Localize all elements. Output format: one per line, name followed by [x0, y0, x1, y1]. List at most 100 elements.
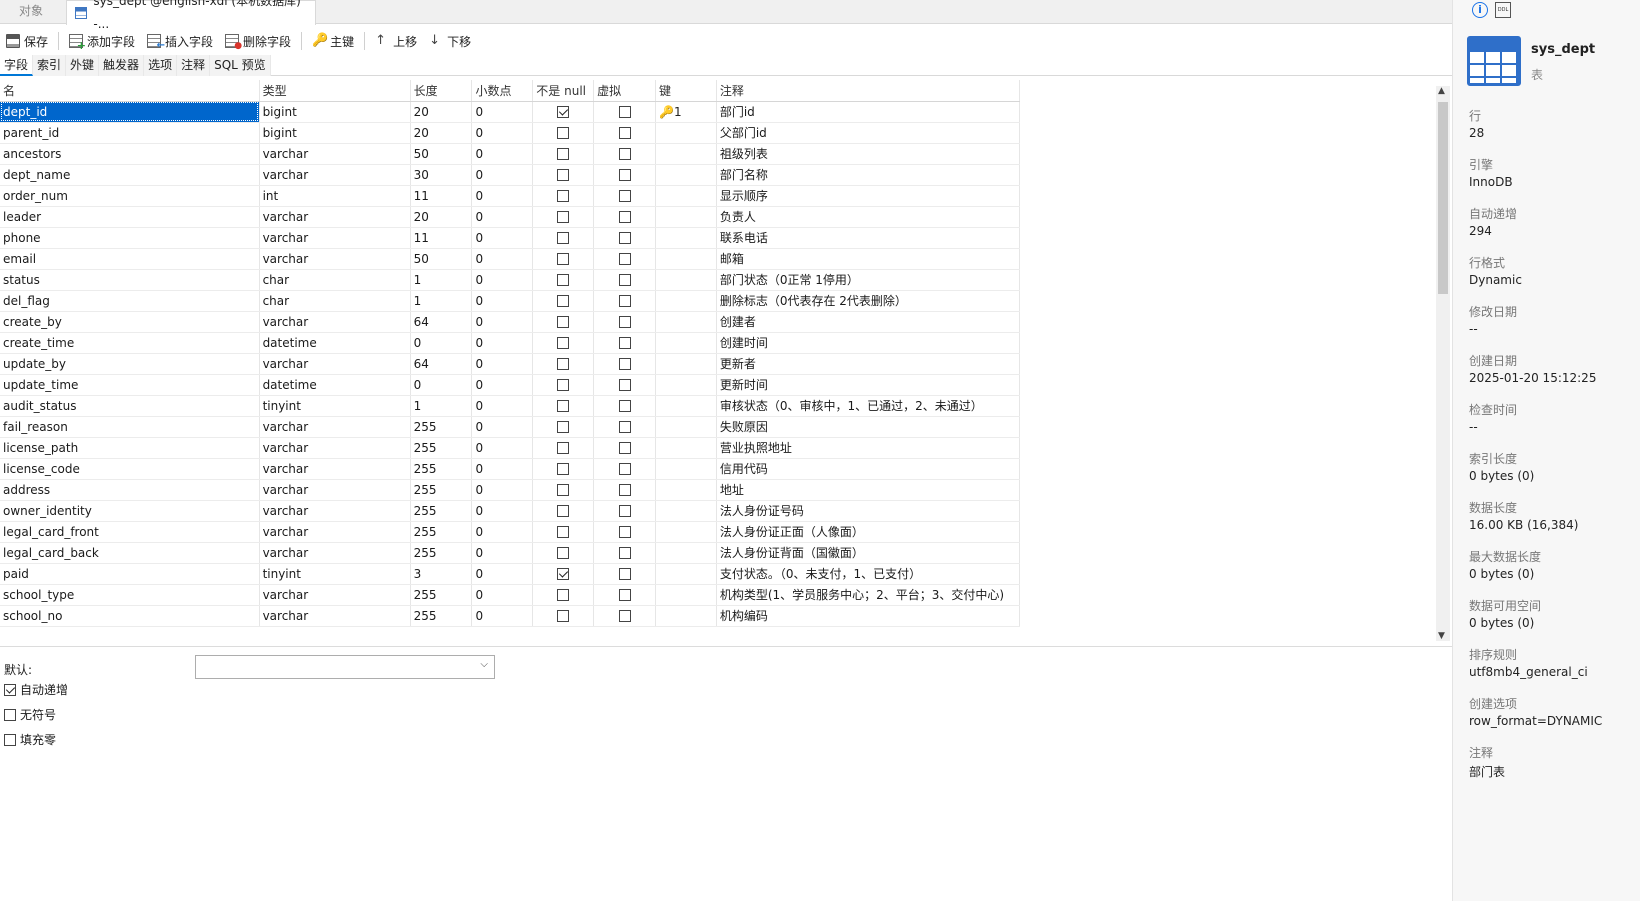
not-null-checkbox[interactable] [557, 274, 570, 286]
field-comment-cell[interactable]: 创建者 [716, 311, 1021, 333]
virtual-checkbox[interactable] [618, 106, 631, 118]
virtual-checkbox[interactable] [618, 190, 631, 202]
field-virtual-cell[interactable] [593, 143, 656, 165]
not-null-checkbox[interactable] [557, 442, 570, 454]
field-key-cell[interactable] [655, 227, 717, 249]
field-decimals-cell[interactable]: 0 [471, 101, 534, 123]
field-not-null-cell[interactable] [532, 311, 595, 333]
field-type-cell[interactable]: datetime [259, 332, 411, 354]
field-decimals-cell[interactable]: 0 [471, 479, 534, 501]
scroll-down-icon[interactable]: ▼ [1438, 631, 1445, 641]
field-not-null-cell[interactable] [532, 416, 595, 438]
field-type-cell[interactable]: char [259, 290, 411, 312]
not-null-checkbox[interactable] [557, 253, 570, 265]
insert-field-button[interactable]: 插入字段 [141, 30, 219, 52]
field-name-cell[interactable]: dept_name [0, 164, 260, 186]
field-key-cell[interactable] [655, 353, 717, 375]
field-not-null-cell[interactable] [532, 563, 595, 585]
field-decimals-cell[interactable]: 0 [471, 416, 534, 438]
table-row[interactable]: parent_id bigint 20 0 父部门id [0, 122, 1021, 144]
field-name-cell[interactable]: legal_card_front [0, 521, 260, 543]
field-name-cell[interactable]: create_time [0, 332, 260, 354]
virtual-checkbox[interactable] [618, 337, 631, 349]
field-key-cell[interactable] [655, 311, 717, 333]
col-header-name[interactable]: 名 [0, 80, 260, 102]
field-decimals-cell[interactable]: 0 [471, 374, 534, 396]
not-null-checkbox[interactable] [557, 232, 570, 244]
field-decimals-cell[interactable]: 0 [471, 437, 534, 459]
virtual-checkbox[interactable] [618, 505, 631, 517]
field-key-cell[interactable] [655, 143, 717, 165]
zerofill-option[interactable]: 填充零 [4, 731, 56, 748]
field-comment-cell[interactable]: 机构类型(1、学员服务中心；2、平台；3、交付中心) [716, 584, 1021, 606]
field-key-cell[interactable] [655, 584, 717, 606]
field-type-cell[interactable]: varchar [259, 416, 411, 438]
auto-increment-checkbox[interactable] [4, 683, 16, 696]
field-key-cell[interactable] [655, 437, 717, 459]
field-virtual-cell[interactable] [593, 542, 656, 564]
not-null-checkbox[interactable] [557, 421, 570, 433]
field-type-cell[interactable]: varchar [259, 521, 411, 543]
table-row[interactable]: order_num int 11 0 显示顺序 [0, 185, 1021, 207]
field-type-cell[interactable]: tinyint [259, 563, 411, 585]
field-virtual-cell[interactable] [593, 605, 656, 627]
not-null-checkbox[interactable] [557, 358, 570, 370]
table-row[interactable]: create_time datetime 0 0 创建时间 [0, 332, 1021, 354]
field-not-null-cell[interactable] [532, 605, 595, 627]
col-header-key[interactable]: 键 [655, 80, 717, 102]
field-type-cell[interactable]: varchar [259, 311, 411, 333]
table-row[interactable]: fail_reason varchar 255 0 失败原因 [0, 416, 1021, 438]
field-not-null-cell[interactable] [532, 395, 595, 417]
field-name-cell[interactable]: update_time [0, 374, 260, 396]
table-row[interactable]: audit_status tinyint 1 0 审核状态（0、审核中，1、已通过，2、… [0, 395, 1021, 417]
field-not-null-cell[interactable] [532, 332, 595, 354]
field-comment-cell[interactable]: 显示顺序 [716, 185, 1021, 207]
field-length-cell[interactable]: 3 [410, 563, 473, 585]
field-length-cell[interactable]: 64 [410, 311, 473, 333]
not-null-checkbox[interactable] [557, 484, 570, 496]
field-decimals-cell[interactable]: 0 [471, 206, 534, 228]
field-length-cell[interactable]: 255 [410, 458, 473, 480]
virtual-checkbox[interactable] [618, 295, 631, 307]
virtual-checkbox[interactable] [618, 358, 631, 370]
field-name-cell[interactable]: legal_card_back [0, 542, 260, 564]
field-key-cell[interactable] [655, 164, 717, 186]
field-name-cell[interactable]: status [0, 269, 260, 291]
field-name-cell[interactable]: leader [0, 206, 260, 228]
field-name-cell[interactable]: dept_id [0, 101, 260, 123]
unsigned-checkbox[interactable] [4, 708, 16, 721]
not-null-checkbox[interactable] [557, 589, 570, 601]
tab-sys-dept[interactable]: sys_dept @english-xdl (本机数据库) -... [66, 0, 316, 31]
field-not-null-cell[interactable] [532, 227, 595, 249]
not-null-checkbox[interactable] [557, 169, 570, 181]
field-virtual-cell[interactable] [593, 206, 656, 228]
field-decimals-cell[interactable]: 0 [471, 395, 534, 417]
field-name-cell[interactable]: update_by [0, 353, 260, 375]
not-null-checkbox[interactable] [557, 379, 570, 391]
col-header-comment[interactable]: 注释 [716, 80, 1021, 102]
field-length-cell[interactable]: 20 [410, 101, 473, 123]
field-key-cell[interactable] [655, 500, 717, 522]
field-virtual-cell[interactable] [593, 332, 656, 354]
field-length-cell[interactable]: 20 [410, 122, 473, 144]
field-comment-cell[interactable]: 信用代码 [716, 458, 1021, 480]
field-virtual-cell[interactable] [593, 185, 656, 207]
field-type-cell[interactable]: int [259, 185, 411, 207]
field-length-cell[interactable]: 11 [410, 185, 473, 207]
field-length-cell[interactable]: 64 [410, 353, 473, 375]
field-not-null-cell[interactable] [532, 101, 595, 123]
field-comment-cell[interactable]: 法人身份证背面（国徽面） [716, 542, 1021, 564]
field-type-cell[interactable]: varchar [259, 353, 411, 375]
info-icon[interactable]: i [1472, 2, 1488, 18]
field-length-cell[interactable]: 30 [410, 164, 473, 186]
virtual-checkbox[interactable] [618, 169, 631, 181]
virtual-checkbox[interactable] [618, 421, 631, 433]
col-header-decimals[interactable]: 小数点 [471, 80, 534, 102]
field-virtual-cell[interactable] [593, 269, 656, 291]
table-row[interactable]: legal_card_front varchar 255 0 法人身份证正面（人像面） [0, 521, 1021, 543]
field-comment-cell[interactable]: 祖级列表 [716, 143, 1021, 165]
field-length-cell[interactable]: 255 [410, 542, 473, 564]
col-header-not-null[interactable]: 不是 null [532, 80, 595, 102]
field-virtual-cell[interactable] [593, 458, 656, 480]
field-decimals-cell[interactable]: 0 [471, 542, 534, 564]
